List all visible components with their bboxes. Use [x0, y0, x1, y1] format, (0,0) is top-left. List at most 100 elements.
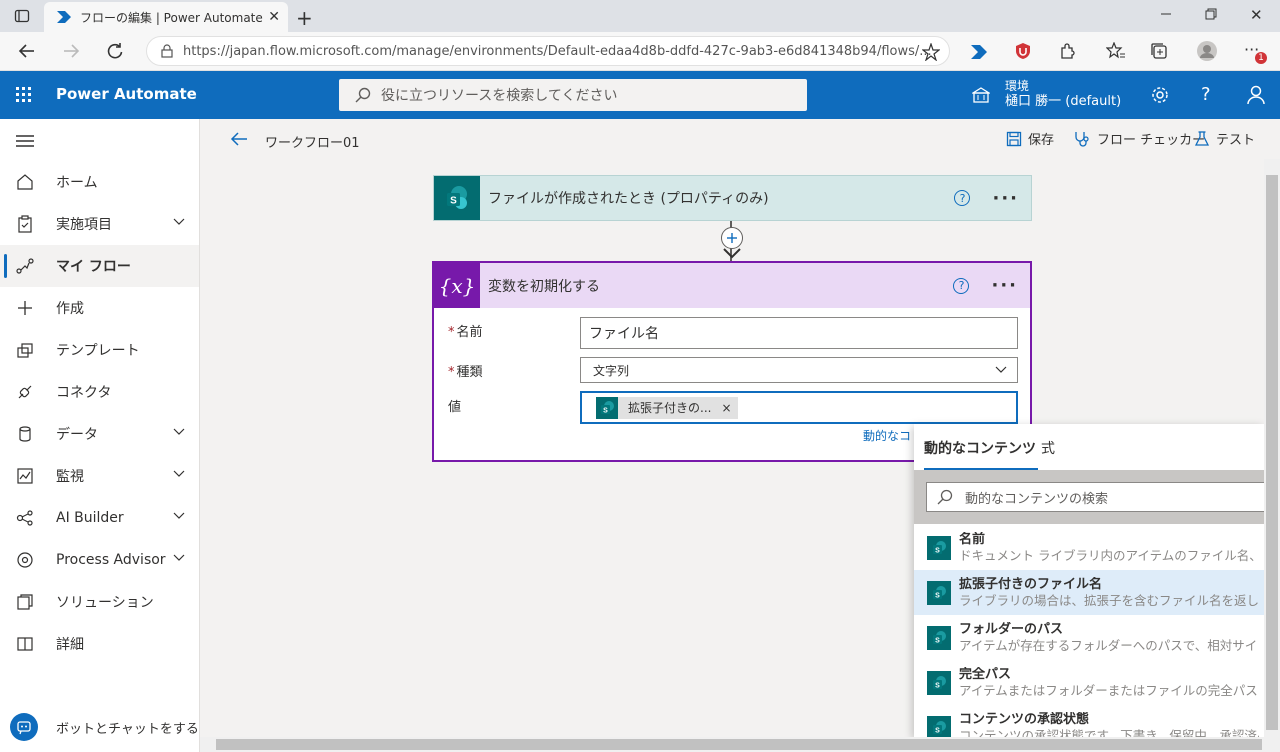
hamburger-menu-icon[interactable] [16, 134, 34, 148]
process-advisor-icon [17, 552, 33, 568]
tab-dynamic-content[interactable]: 動的なコンテンツ [924, 438, 1038, 471]
dynamic-content-item[interactable]: S コンテンツの承認状態 コンテンツの承認状態です。下書き、保留中、承認済み [914, 705, 1264, 737]
sharepoint-icon: S [434, 176, 480, 220]
close-icon[interactable]: ✕ [268, 9, 280, 25]
nav-action-items[interactable]: 実施項目 [0, 203, 199, 245]
add-dynamic-content-link[interactable]: 動的なコ [863, 427, 911, 444]
nav-data[interactable]: データ [0, 413, 199, 455]
sharepoint-icon: S [596, 396, 618, 419]
variable-value-input[interactable]: S 拡張子付きの... × [580, 391, 1018, 424]
power-automate-extension-icon[interactable] [970, 44, 988, 60]
left-navigation: ホーム 実施項目 マイ フロー 作成 テンプレート コネクタ データ 監視 AI… [0, 119, 200, 752]
dynamic-content-item[interactable]: S 拡張子付きのファイル名 ライブラリの場合は、拡張子を含むファイル名を返しま..… [914, 570, 1264, 615]
arrow-down-icon [723, 248, 741, 260]
remove-token-icon[interactable]: × [721, 401, 731, 415]
new-tab-icon[interactable]: + [296, 6, 313, 30]
favorites-icon[interactable] [1106, 42, 1126, 60]
save-button[interactable]: 保存 [1006, 129, 1054, 148]
variable-type-select[interactable]: 文字列 [580, 357, 1018, 383]
book-icon [17, 637, 33, 651]
account-icon[interactable] [1246, 85, 1266, 105]
dynamic-content-token[interactable]: S 拡張子付きの... × [596, 396, 738, 419]
tab-actions-icon[interactable] [14, 8, 30, 24]
variable-name-value: ファイル名 [589, 326, 659, 342]
help-icon[interactable]: ? [954, 190, 971, 206]
variable-name-input[interactable]: ファイル名 [580, 317, 1018, 349]
minimize-icon[interactable] [1160, 8, 1172, 20]
nav-my-flows[interactable]: マイ フロー [0, 245, 199, 287]
vertical-scroll-thumb[interactable] [1266, 175, 1278, 730]
refresh-icon[interactable] [106, 42, 124, 60]
flow-checker-button[interactable]: フロー チェッカー [1073, 129, 1205, 148]
window-close-icon[interactable]: ✕ [1250, 6, 1263, 24]
nav-connectors[interactable]: コネクタ [0, 371, 199, 413]
save-label: 保存 [1028, 133, 1055, 148]
trigger-card[interactable]: S ファイルが作成されたとき (プロパティのみ) ? ··· [433, 175, 1032, 221]
dynamic-content-item[interactable]: S 完全パス アイテムまたはフォルダーまたはファイルの完全パス [914, 660, 1264, 705]
back-arrow-icon[interactable] [230, 131, 248, 147]
address-bar: https://japan.flow.microsoft.com/manage/… [0, 32, 1280, 71]
test-button[interactable]: テスト [1194, 129, 1255, 148]
insert-step-icon[interactable] [721, 227, 743, 249]
app-launcher-icon[interactable] [16, 87, 32, 103]
extensions-icon[interactable] [1058, 42, 1076, 60]
settings-gear-icon[interactable] [1150, 85, 1170, 105]
svg-text:S: S [603, 407, 608, 414]
dynamic-content-item[interactable]: S フォルダーのパス アイテムが存在するフォルダーへのパスで、相対サイト [914, 615, 1264, 660]
nav-label: テンプレート [56, 343, 140, 359]
environment-icon [972, 87, 990, 103]
dynamic-content-search-input[interactable]: 動的なコンテンツの検索 [926, 482, 1264, 512]
nav-label: データ [56, 427, 98, 443]
nav-learn[interactable]: 詳細 [0, 623, 199, 665]
item-description: コンテンツの承認状態です。下書き、保留中、承認済み [959, 727, 1259, 738]
favorite-add-icon[interactable] [922, 43, 940, 61]
back-icon[interactable] [18, 42, 36, 60]
dynamic-content-item[interactable]: S 名前 ドキュメント ライブラリ内のアイテムのファイル名、リ [914, 525, 1264, 570]
browser-tab[interactable]: フローの編集 | Power Automate ✕ [44, 2, 288, 32]
collections-icon[interactable] [1150, 42, 1168, 60]
forward-icon[interactable] [62, 42, 80, 60]
ai-builder-icon [16, 510, 33, 526]
tab-expression[interactable]: 式 [1041, 438, 1055, 458]
environment-picker[interactable]: 環境 樋口 勝一 (default) [1005, 78, 1121, 110]
brand-name[interactable]: Power Automate [56, 85, 197, 103]
nav-label: ソリューション [56, 595, 154, 611]
bot-chat-button[interactable]: ボットとチャットをする [10, 712, 200, 742]
template-icon [17, 343, 33, 358]
sharepoint-icon: S [927, 670, 951, 695]
nav-templates[interactable]: テンプレート [0, 329, 199, 371]
item-description: アイテムが存在するフォルダーへのパスで、相対サイト [959, 637, 1259, 653]
restore-icon[interactable] [1205, 8, 1217, 20]
nav-home[interactable]: ホーム [0, 161, 199, 203]
nav-solutions[interactable]: ソリューション [0, 581, 199, 623]
environment-label: 環境 [1005, 79, 1030, 93]
shield-extension-icon[interactable] [1014, 42, 1032, 60]
chevron-down-icon [173, 512, 185, 519]
power-automate-favicon-icon [56, 10, 72, 24]
browser-tab-bar: フローの編集 | Power Automate ✕ + ✕ [0, 0, 1280, 32]
more-options-icon[interactable]: ··· [991, 275, 1018, 296]
help-icon[interactable]: ? [953, 277, 970, 294]
nav-label: 作成 [56, 301, 84, 317]
help-icon[interactable]: ? [1201, 84, 1211, 105]
sharepoint-icon: S [927, 580, 951, 605]
nav-process-advisor[interactable]: Process Advisor [0, 539, 199, 581]
flow-checker-label: フロー チェッカー [1097, 133, 1206, 148]
search-icon [355, 87, 371, 103]
nav-monitor[interactable]: 監視 [0, 455, 199, 497]
horizontal-scroll-thumb[interactable] [216, 739, 1262, 750]
dynamic-content-panel: 動的なコンテンツ 式 動的なコンテンツの検索 S 名前 ドキュメント ライブラリ内… [914, 424, 1264, 737]
more-options-icon[interactable]: ··· [992, 188, 1019, 209]
name-field-label: * 名前 [448, 321, 483, 340]
save-icon [1006, 131, 1022, 146]
nav-ai-builder[interactable]: AI Builder [0, 497, 199, 539]
avatar[interactable] [1196, 40, 1218, 62]
search-input[interactable]: 役に立つリソースを検索してください [339, 79, 807, 111]
action-card-header[interactable]: {x} 変数を初期化する ? ··· [434, 263, 1030, 308]
url-field[interactable]: https://japan.flow.microsoft.com/manage/… [146, 36, 950, 66]
flask-icon [1194, 130, 1210, 146]
chevron-down-icon [173, 428, 185, 435]
bot-chat-label: ボットとチャットをする [56, 721, 199, 737]
search-placeholder: 役に立つリソースを検索してください [381, 88, 618, 104]
nav-create[interactable]: 作成 [0, 287, 199, 329]
